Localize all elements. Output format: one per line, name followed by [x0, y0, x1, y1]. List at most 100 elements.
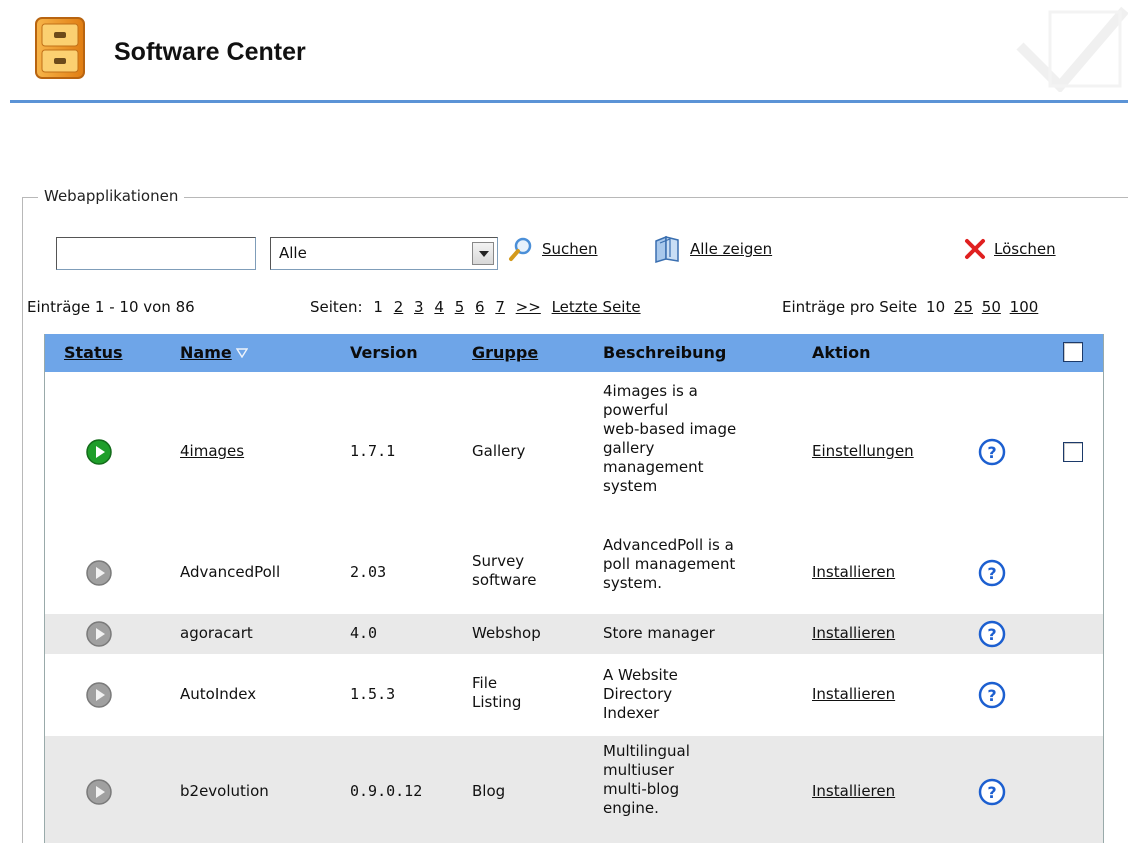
table-row: AutoIndex 1.5.3 File Listing A Website D… — [45, 654, 1103, 736]
app-group: Blog — [472, 782, 506, 800]
description-line: multi-blog — [603, 780, 680, 798]
page-link-current: 1 — [373, 298, 383, 316]
description-line: poll management — [603, 555, 736, 573]
search-button[interactable]: Suchen — [508, 232, 598, 266]
svg-text:?: ? — [987, 564, 996, 583]
page-link[interactable]: 7 — [495, 298, 505, 316]
group-line: Listing — [472, 693, 522, 711]
per-page-option[interactable]: 100 — [1010, 298, 1039, 316]
svg-text:?: ? — [987, 443, 996, 462]
column-header-description: Beschreibung — [603, 343, 727, 362]
entries-count: Einträge 1 - 10 von 86 — [27, 298, 195, 316]
app-description: AdvancedPoll is a poll management system… — [603, 536, 735, 593]
header-divider — [10, 100, 1128, 103]
description-line: system. — [603, 574, 662, 592]
app-name: AutoIndex — [180, 685, 257, 703]
play-icon[interactable] — [85, 778, 113, 806]
next-page-link[interactable]: >> — [516, 298, 541, 316]
book-icon — [655, 235, 679, 263]
help-icon[interactable]: ? — [978, 620, 1006, 648]
file-cabinet-icon — [35, 17, 85, 79]
pagination: Seiten: 1 2 3 4 5 6 7 >> Letzte Seite — [310, 298, 641, 316]
app-title: Software Center — [114, 38, 306, 66]
checkmark-watermark-icon — [1016, 6, 1128, 92]
app-version: 0.9.0.12 — [350, 782, 423, 800]
group-line: Survey — [472, 552, 525, 570]
play-icon[interactable] — [85, 438, 113, 466]
column-header-status[interactable]: Status — [64, 343, 123, 362]
app-description: A Website Directory Indexer — [603, 666, 678, 723]
app-name-link[interactable]: 4images — [180, 442, 244, 461]
page-link[interactable]: 6 — [475, 298, 485, 316]
app-name: agoracart — [180, 624, 253, 642]
group-line: software — [472, 571, 537, 589]
svg-text:?: ? — [987, 783, 996, 802]
description-line: Indexer — [603, 704, 660, 722]
select-all-checkbox[interactable] — [1063, 342, 1083, 362]
page-link[interactable]: 2 — [394, 298, 404, 316]
description-line: AdvancedPoll is a — [603, 536, 734, 554]
software-table: Status Name Version Gruppe Beschreibung … — [44, 334, 1104, 843]
red-x-icon — [965, 239, 985, 259]
last-page-link[interactable]: Letzte Seite — [552, 298, 641, 316]
table-row: b2evolution 0.9.0.12 Blog Multilingual m… — [45, 736, 1103, 843]
filter-select[interactable]: Alle — [270, 237, 498, 270]
page-link[interactable]: 3 — [414, 298, 424, 316]
column-header-group[interactable]: Gruppe — [472, 343, 538, 362]
group-line: File — [472, 674, 498, 692]
play-icon[interactable] — [85, 620, 113, 648]
play-icon[interactable] — [85, 559, 113, 587]
column-header-name[interactable]: Name — [180, 343, 248, 362]
play-icon[interactable] — [85, 681, 113, 709]
search-input[interactable] — [56, 237, 256, 270]
description-line: gallery — [603, 439, 655, 457]
description-line: web-based image — [603, 420, 737, 438]
pages-label: Seiten: — [310, 298, 363, 316]
per-page-option[interactable]: 50 — [982, 298, 1001, 316]
show-all-button[interactable]: Alle zeigen — [652, 232, 772, 266]
description-line: A Website — [603, 666, 678, 684]
install-link[interactable]: Installieren — [812, 685, 895, 703]
app-group: Gallery — [472, 442, 526, 460]
app-name: AdvancedPoll — [180, 563, 281, 581]
per-page-label: Einträge pro Seite — [782, 298, 918, 316]
settings-link[interactable]: Einstellungen — [812, 442, 914, 460]
page-link[interactable]: 5 — [455, 298, 465, 316]
filter-select-value: Alle — [279, 244, 307, 262]
description-line: Directory — [603, 685, 673, 703]
row-checkbox[interactable] — [1063, 442, 1083, 462]
description-line: powerful — [603, 401, 669, 419]
magnifier-icon — [509, 237, 532, 261]
fieldset-border — [22, 197, 23, 843]
app-group: Survey software — [472, 552, 536, 590]
svg-text:?: ? — [987, 686, 996, 705]
help-icon[interactable]: ? — [978, 438, 1006, 466]
column-header-name-label: Name — [180, 343, 232, 362]
delete-button[interactable]: Löschen — [964, 232, 1056, 266]
install-link[interactable]: Installieren — [812, 624, 895, 642]
fieldset-border — [28, 197, 1128, 198]
delete-label: Löschen — [994, 240, 1056, 258]
help-icon[interactable]: ? — [978, 681, 1006, 709]
column-header-action: Aktion — [812, 343, 871, 362]
description-line: 4images is a — [603, 382, 698, 400]
app-header: Software Center — [0, 0, 1128, 104]
description-line: Multilingual — [603, 742, 690, 760]
app-description: 4images is a powerful web-based image ga… — [603, 382, 736, 496]
install-link[interactable]: Installieren — [812, 782, 895, 800]
help-icon[interactable]: ? — [978, 559, 1006, 587]
app-version: 4.0 — [350, 624, 378, 642]
show-all-label: Alle zeigen — [690, 240, 773, 258]
table-header: Status Name Version Gruppe Beschreibung … — [45, 334, 1103, 372]
install-link[interactable]: Installieren — [812, 563, 895, 581]
column-header-version: Version — [350, 343, 418, 362]
app-version: 1.5.3 — [350, 685, 396, 703]
app-version: 1.7.1 — [350, 442, 396, 460]
app-description: Multilingual multiuser multi-blog engine… — [603, 742, 690, 818]
sort-descending-icon — [235, 348, 248, 359]
help-icon[interactable]: ? — [978, 778, 1006, 806]
per-page-option[interactable]: 25 — [954, 298, 973, 316]
app-description: Store manager — [603, 624, 715, 642]
chevron-down-icon[interactable] — [472, 242, 494, 265]
page-link[interactable]: 4 — [434, 298, 444, 316]
